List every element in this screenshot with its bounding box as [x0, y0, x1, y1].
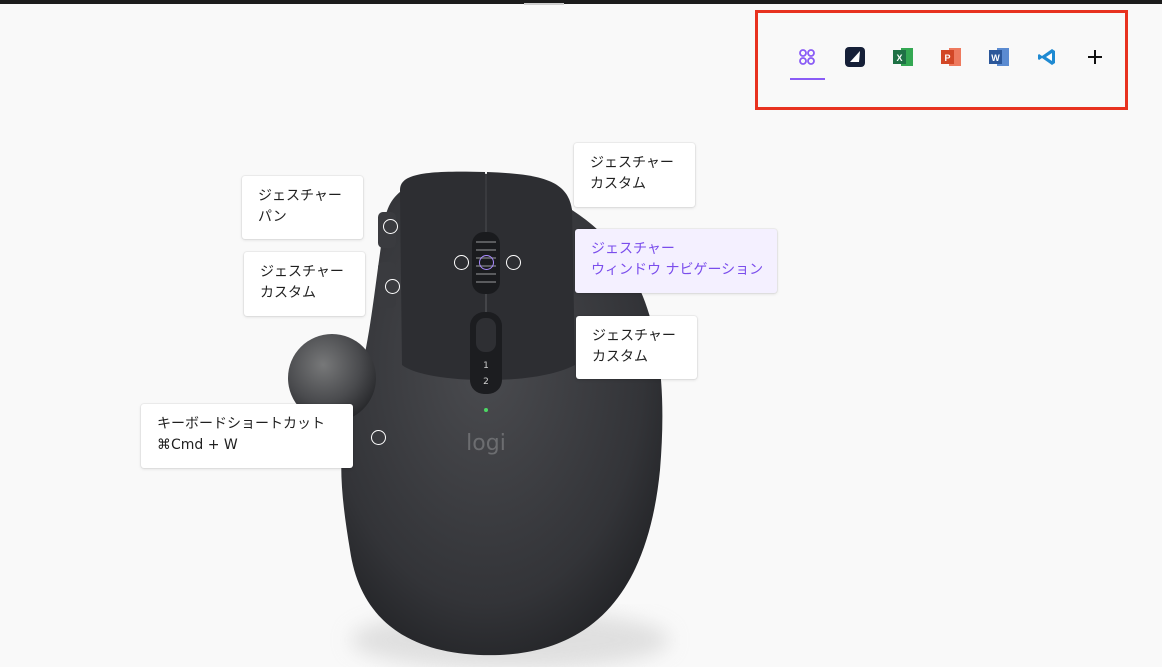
callout-title: ジェスチャー	[260, 264, 344, 280]
dpi-mark-2: 2	[483, 377, 489, 387]
precision-button	[476, 318, 496, 352]
callout-gesture-custom-left[interactable]: ジェスチャー カスタム	[244, 252, 365, 316]
callout-keyboard-shortcut[interactable]: キーボードショートカット ⌘Cmd + W	[141, 404, 353, 468]
callout-action: ⌘Cmd + W	[157, 437, 238, 453]
hotspot-forward-button[interactable]	[385, 279, 400, 294]
callout-action: カスタム	[590, 176, 646, 192]
callout-window-navigation[interactable]: ジェスチャー ウィンドウ ナビゲーション	[575, 229, 777, 293]
callout-gesture-custom-bottom[interactable]: ジェスチャー カスタム	[576, 316, 697, 379]
hotspot-trackball-button[interactable]	[371, 430, 386, 445]
hotspot-scroll-click[interactable]	[479, 255, 494, 270]
callout-action: カスタム	[592, 349, 648, 365]
callout-title: ジェスチャー	[590, 155, 674, 171]
callout-action: パン	[258, 209, 287, 225]
callout-action: カスタム	[260, 285, 316, 301]
callout-gesture-custom-top[interactable]: ジェスチャー カスタム	[574, 143, 695, 207]
hotspot-scroll-right[interactable]	[506, 255, 521, 270]
callout-title: ジェスチャー	[592, 328, 676, 344]
logi-logo: logi	[466, 431, 506, 456]
callout-title: ジェスチャー	[258, 188, 342, 204]
callout-action: ウィンドウ ナビゲーション	[591, 262, 764, 278]
callout-gesture-pan[interactable]: ジェスチャー パン	[242, 176, 363, 239]
hotspot-back-button[interactable]	[383, 219, 398, 234]
callout-title: キーボードショートカット	[157, 416, 325, 432]
status-led	[484, 408, 488, 412]
dpi-mark-1: 1	[483, 361, 489, 371]
hotspot-scroll-left[interactable]	[454, 255, 469, 270]
callout-title: ジェスチャー	[591, 241, 675, 257]
